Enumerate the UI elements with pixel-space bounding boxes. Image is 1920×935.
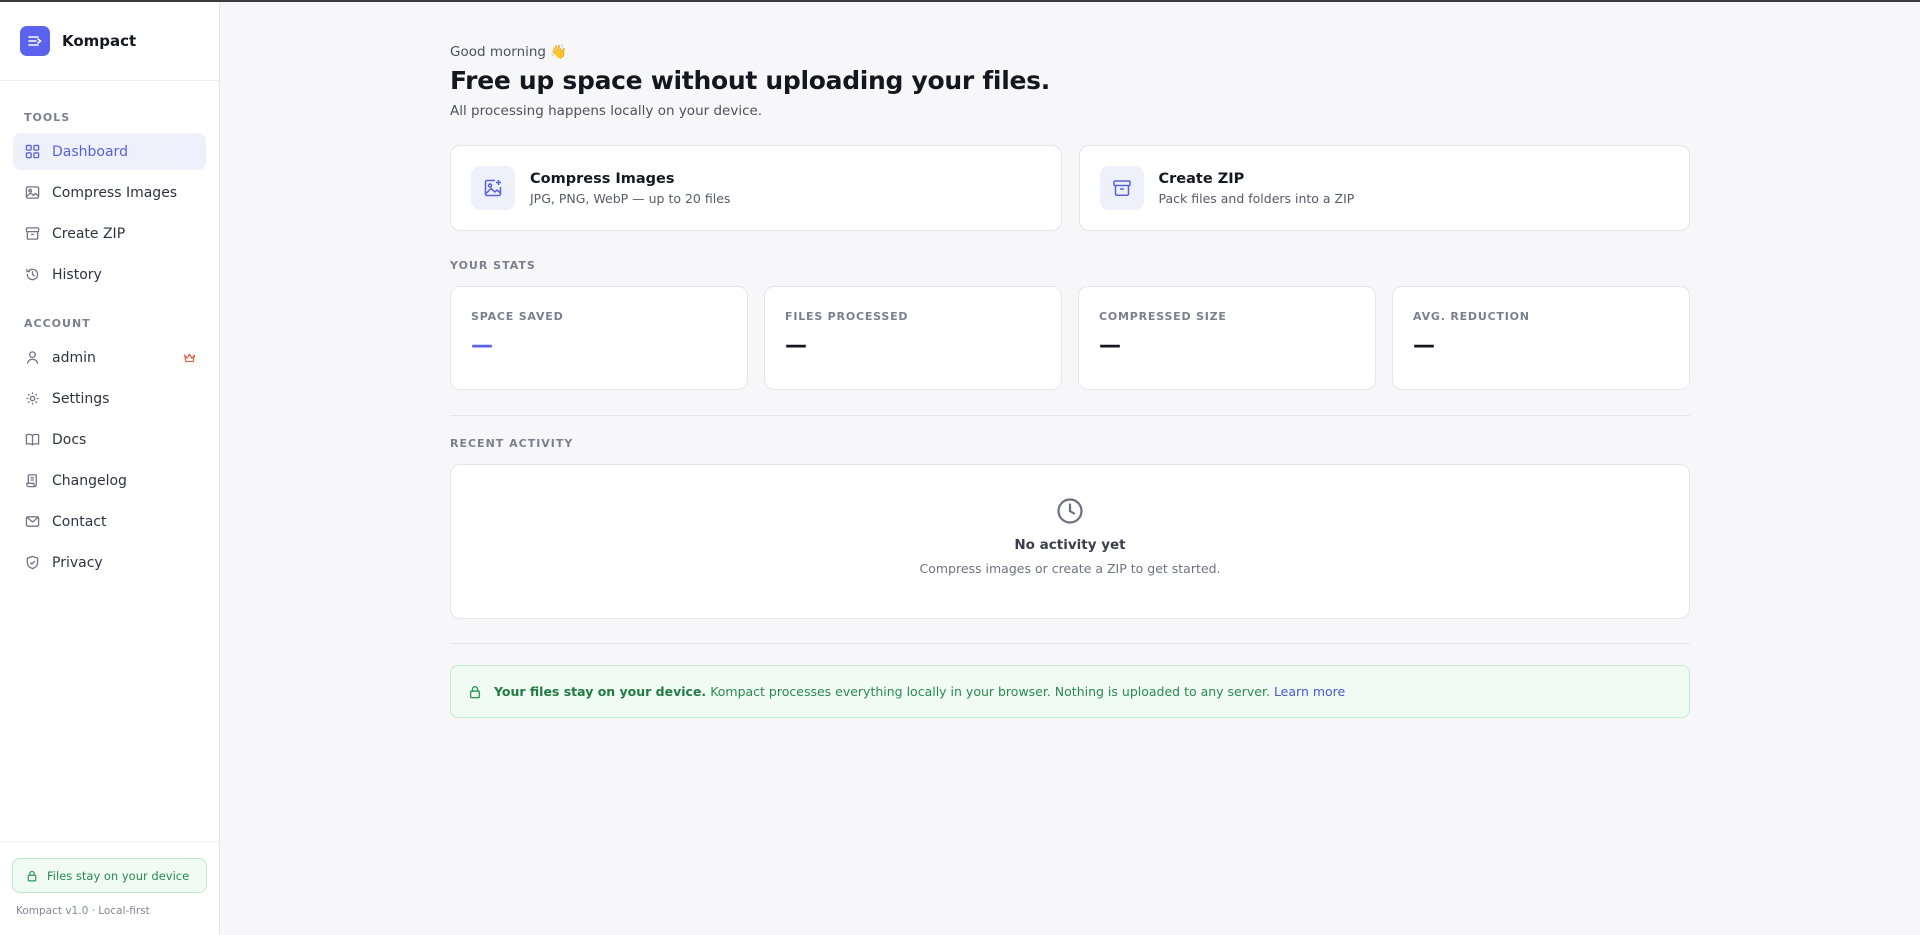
local-only-text: Files stay on your device [47,868,190,883]
sidebar-item-label: Docs [52,431,87,448]
stat-card-space-saved: SPACE SAVED — [450,286,748,390]
divider [450,643,1690,644]
image-icon [24,185,40,201]
user-icon [24,350,40,366]
sidebar-item-label: Compress Images [52,184,178,201]
sidebar-item-privacy[interactable]: Privacy [13,544,206,581]
sidebar-item-docs[interactable]: Docs [13,421,206,458]
stat-value: — [785,333,807,358]
image-plus-icon [471,166,515,210]
main-content: Good morning 👋 Free up space without upl… [450,2,1690,718]
dashboard-icon [24,144,40,160]
tool-title: Create ZIP [1158,170,1245,187]
sidebar-item-label: Dashboard [52,143,128,160]
tools-section-label: TOOLS [24,111,71,124]
sidebar-item-label: admin [52,349,96,366]
learn-more-link[interactable]: Learn more [1274,684,1345,699]
greeting: Good morning 👋 [450,44,568,60]
sidebar-item-compress-images[interactable]: Compress Images [13,174,206,211]
divider [450,415,1690,416]
scroll-icon [24,473,40,489]
empty-state-description: Compress images or create a ZIP to get s… [919,561,1221,576]
stats-section-label: YOUR STATS [450,259,536,272]
version-label: Kompact v1.0 · Local-first [16,905,150,917]
activity-section-label: RECENT ACTIVITY [450,437,574,450]
sidebar-item-label: Changelog [52,472,127,489]
recent-activity-panel: No activity yet Compress images or creat… [450,464,1690,619]
mail-icon [24,514,40,530]
privacy-banner-text: Kompact processes everything locally in … [710,684,1270,699]
shield-icon [24,555,40,571]
sidebar-item-changelog[interactable]: Changelog [13,462,206,499]
sidebar-item-dashboard[interactable]: Dashboard [13,133,206,170]
sidebar-footer: Files stay on your device Kompact v1.0 ·… [0,841,219,935]
app-name: Kompact [62,32,137,50]
lock-icon [26,870,38,882]
tool-description: Pack files and folders into a ZIP [1158,190,1355,206]
book-icon [24,432,40,448]
history-icon [24,267,40,283]
crown-icon [183,351,196,364]
empty-state-title: No activity yet [1014,537,1126,553]
create-zip-card[interactable]: Create ZIP Pack files and folders into a… [1078,145,1690,231]
account-section-label: ACCOUNT [24,317,91,330]
page-subtitle: All processing happens locally on your d… [450,103,763,119]
stat-value: — [471,333,493,358]
sidebar-item-label: Contact [52,513,107,530]
archive-icon [1099,166,1144,210]
sidebar-item-label: Create ZIP [52,225,126,242]
stats-row: SPACE SAVED — FILES PROCESSED — COMPRESS… [450,286,1690,390]
stat-title: COMPRESSED SIZE [1099,310,1227,323]
tool-title: Compress Images [530,170,675,187]
stat-card-compressed-size: COMPRESSED SIZE — [1078,286,1376,390]
local-only-badge: Files stay on your device [12,858,207,893]
tool-description: JPG, PNG, WebP — up to 20 files [530,190,731,206]
gear-icon [24,391,40,407]
clock-icon [1056,497,1084,525]
privacy-banner-strong: Your files stay on your device. [494,684,707,699]
tool-cards: Compress Images JPG, PNG, WebP — up to 2… [450,145,1690,231]
stat-title: SPACE SAVED [471,310,564,323]
stat-title: FILES PROCESSED [785,310,909,323]
privacy-banner: Your files stay on your device. Kompact … [450,665,1690,718]
page-title: Free up space without uploading your fil… [450,66,1050,95]
kompact-logo-icon [20,26,50,56]
sidebar-item-label: Privacy [52,554,103,571]
sidebar: Kompact TOOLS Dashboard Compress Images … [0,2,220,935]
sidebar-item-settings[interactable]: Settings [13,380,206,417]
archive-icon [24,226,40,242]
stat-title: AVG. REDUCTION [1413,310,1530,323]
sidebar-item-history[interactable]: History [13,256,206,293]
sidebar-item-admin[interactable]: admin [13,339,206,376]
lock-icon [468,685,482,699]
sidebar-item-label: History [52,266,102,283]
stat-value: — [1413,333,1435,358]
compress-images-card[interactable]: Compress Images JPG, PNG, WebP — up to 2… [450,145,1062,231]
stat-card-files-processed: FILES PROCESSED — [764,286,1062,390]
sidebar-item-create-zip[interactable]: Create ZIP [13,215,206,252]
sidebar-item-label: Settings [52,390,110,407]
brand[interactable]: Kompact [0,2,219,81]
stat-card-avg-reduction: AVG. REDUCTION — [1392,286,1690,390]
sidebar-item-contact[interactable]: Contact [13,503,206,540]
stat-value: — [1099,333,1121,358]
